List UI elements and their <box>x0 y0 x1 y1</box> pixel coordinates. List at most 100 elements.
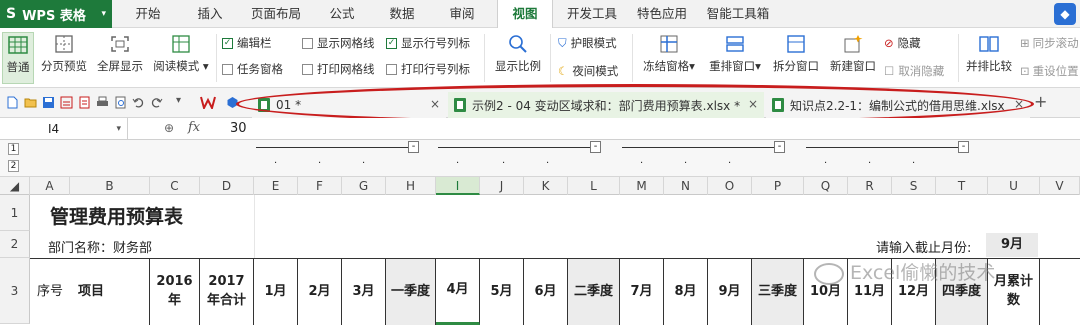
tab-smart-tools[interactable]: 智能工具箱 <box>702 0 774 28</box>
column-header-i[interactable]: I <box>436 177 480 195</box>
column-header-h[interactable]: H <box>386 177 436 195</box>
column-header-p[interactable]: P <box>752 177 804 195</box>
row-header-3[interactable]: 3 <box>0 258 30 324</box>
column-header-m[interactable]: M <box>620 177 664 195</box>
wps-w-logo-icon[interactable] <box>200 96 216 109</box>
header-month-5[interactable]: 5月 <box>480 259 524 325</box>
column-header-r[interactable]: R <box>848 177 892 195</box>
print-icon[interactable] <box>96 96 109 109</box>
collapse-group-button[interactable]: - <box>590 141 601 153</box>
tab-review[interactable]: 审阅 <box>440 0 484 28</box>
header-item[interactable]: 项目 <box>70 259 150 325</box>
freeze-panes-button[interactable]: 冻结窗格▾ <box>638 32 700 84</box>
print-preview-icon[interactable] <box>114 96 127 109</box>
collapse-group-button[interactable]: - <box>408 141 419 153</box>
doc-tab-01[interactable]: 01 * × <box>252 92 446 118</box>
tab-data[interactable]: 数据 <box>380 0 424 28</box>
cloud-box-icon[interactable] <box>226 96 239 109</box>
column-header-u[interactable]: U <box>988 177 1040 195</box>
zoom-button[interactable]: 显示比例 <box>490 32 546 84</box>
column-header-v[interactable]: V <box>1040 177 1080 195</box>
eye-protection-button[interactable]: ⛉ 护眼模式 <box>558 34 617 52</box>
header-month-8[interactable]: 8月 <box>664 259 708 325</box>
shield-icon[interactable]: ◆ <box>1054 3 1076 25</box>
undo-icon[interactable] <box>132 96 145 109</box>
headings-toggle[interactable]: ✓ 显示行号列标 <box>386 34 470 52</box>
new-file-icon[interactable] <box>6 96 19 109</box>
hide-button[interactable]: ⊘ 隐藏 <box>884 34 921 52</box>
column-header-t[interactable]: T <box>936 177 988 195</box>
column-header-q[interactable]: Q <box>804 177 848 195</box>
tab-features[interactable]: 特色应用 <box>632 0 692 28</box>
doc-tab-knowledge[interactable]: 知识点2.2-1：编制公式的借用思维.xlsx × <box>766 92 1030 118</box>
function-icon[interactable]: fx <box>188 120 200 135</box>
collapse-group-button[interactable]: - <box>958 141 969 153</box>
cutoff-month-cell[interactable]: 9月 <box>986 233 1038 257</box>
column-header-f[interactable]: F <box>298 177 342 195</box>
reading-mode-button[interactable]: 阅读模式 ▾ <box>150 32 212 84</box>
column-header-e[interactable]: E <box>254 177 298 195</box>
open-folder-icon[interactable] <box>24 96 37 109</box>
header-cumulative[interactable]: 月累计数 <box>988 259 1040 325</box>
customize-dropdown-icon[interactable]: ▾ <box>176 95 181 106</box>
gridlines-toggle[interactable]: 显示网格线 <box>302 34 375 52</box>
column-header-b[interactable]: B <box>70 177 150 195</box>
redo-icon[interactable] <box>150 96 163 109</box>
row-header-1[interactable]: 1 <box>0 195 30 231</box>
select-all-corner[interactable]: ◢ <box>0 177 30 195</box>
column-header-a[interactable]: A <box>30 177 70 195</box>
tab-insert[interactable]: 插入 <box>188 0 232 28</box>
export-pdf-icon[interactable] <box>78 96 91 109</box>
header-q2[interactable]: 二季度 <box>568 259 620 325</box>
column-header-o[interactable]: O <box>708 177 752 195</box>
header-seq[interactable]: 序号 <box>30 259 70 325</box>
save-icon[interactable] <box>42 96 55 109</box>
formula-bar-toggle[interactable]: ✓ 编辑栏 <box>222 34 272 52</box>
header-2016[interactable]: 2016年 <box>150 259 200 325</box>
column-header-s[interactable]: S <box>892 177 936 195</box>
header-month-2[interactable]: 2月 <box>298 259 342 325</box>
print-headings-toggle[interactable]: 打印行号列标 <box>386 60 470 78</box>
column-header-d[interactable]: D <box>200 177 254 195</box>
split-window-button[interactable]: 拆分窗口 <box>770 32 822 84</box>
new-tab-plus-icon[interactable]: + <box>1034 92 1047 111</box>
column-header-j[interactable]: J <box>480 177 524 195</box>
doc-tab-budget[interactable]: 示例2 - 04 变动区域求和：部门费用预算表.xlsx * × <box>448 92 764 118</box>
save-as-icon[interactable] <box>60 96 73 109</box>
outline-level-1-button[interactable]: 1 <box>8 143 19 155</box>
close-icon[interactable]: × <box>748 97 758 111</box>
header-month-9[interactable]: 9月 <box>708 259 752 325</box>
close-icon[interactable]: × <box>430 97 440 111</box>
header-month-4[interactable]: 4月 <box>436 259 480 325</box>
header-month-3[interactable]: 3月 <box>342 259 386 325</box>
print-gridlines-toggle[interactable]: 打印网格线 <box>302 60 375 78</box>
unhide-button[interactable]: ☐ 取消隐藏 <box>884 62 944 80</box>
column-header-n[interactable]: N <box>664 177 708 195</box>
header-month-1[interactable]: 1月 <box>254 259 298 325</box>
header-2017-total[interactable]: 2017年合计 <box>200 259 254 325</box>
app-menu-button[interactable]: S WPS 表格 ▾ <box>0 0 112 28</box>
outline-level-2-button[interactable]: 2 <box>8 160 19 172</box>
column-header-k[interactable]: K <box>524 177 568 195</box>
tab-page-layout[interactable]: 页面布局 <box>246 0 306 28</box>
page-break-button[interactable]: 分页预览 <box>38 32 90 84</box>
tab-developer[interactable]: 开发工具 <box>562 0 622 28</box>
new-window-button[interactable]: 新建窗口 <box>826 32 880 84</box>
formula-input[interactable]: 30 <box>230 118 247 140</box>
header-month-6[interactable]: 6月 <box>524 259 568 325</box>
arrange-windows-button[interactable]: 重排窗口▾ <box>704 32 766 84</box>
tab-view[interactable]: 视图 <box>497 0 553 29</box>
collapse-group-button[interactable]: - <box>774 141 785 153</box>
header-q3[interactable]: 三季度 <box>752 259 804 325</box>
fullscreen-button[interactable]: 全屏显示 <box>94 32 146 84</box>
reset-position-button[interactable]: ⊡ 重设位置 <box>1020 62 1079 80</box>
tab-home[interactable]: 开始 <box>128 0 168 28</box>
zoom-formula-icon[interactable]: ⊕ <box>164 121 174 135</box>
normal-view-button[interactable]: 普通 <box>2 32 34 84</box>
sync-scroll-button[interactable]: ⊞ 同步滚动 <box>1020 34 1079 52</box>
column-header-g[interactable]: G <box>342 177 386 195</box>
name-box[interactable]: I4 ▾ <box>0 118 128 140</box>
task-pane-toggle[interactable]: 任务窗格 <box>222 60 283 78</box>
night-mode-button[interactable]: ☾ 夜间模式 <box>558 62 618 80</box>
column-header-c[interactable]: C <box>150 177 200 195</box>
